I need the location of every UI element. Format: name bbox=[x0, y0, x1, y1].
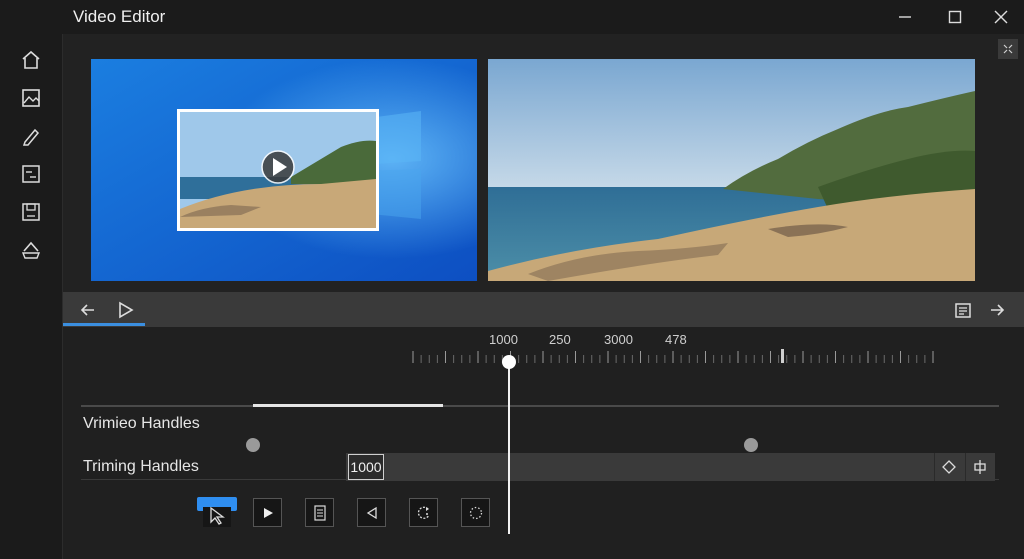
trim-track[interactable] bbox=[346, 453, 995, 481]
preview-pane-left[interactable] bbox=[91, 59, 477, 281]
back-arrow-icon bbox=[80, 304, 94, 316]
adjust-panel-icon bbox=[22, 165, 40, 183]
play-icon bbox=[263, 507, 273, 518]
active-tab-indicator bbox=[63, 323, 145, 326]
sidebar-item-edit[interactable] bbox=[19, 124, 43, 148]
ruler-marker[interactable] bbox=[781, 349, 784, 363]
forward-arrow-icon bbox=[991, 304, 1005, 316]
rewind-button[interactable] bbox=[357, 498, 386, 527]
minimize-button[interactable] bbox=[882, 0, 928, 34]
preview-area bbox=[63, 34, 1024, 292]
row-label-trimming-handles: Triming Handles bbox=[83, 458, 199, 475]
diamond-icon bbox=[942, 460, 956, 474]
rotate-icon bbox=[417, 506, 430, 519]
save-icon bbox=[22, 203, 40, 221]
timeline-panel: 1000 250 3000 478 Vrimieo Handles Trimin… bbox=[63, 327, 1024, 559]
maximize-icon bbox=[948, 10, 962, 24]
tick-label: 1000 bbox=[489, 332, 518, 347]
home-icon bbox=[22, 50, 40, 69]
maximize-button[interactable] bbox=[932, 0, 978, 34]
trim-value-field[interactable]: 1000 bbox=[348, 454, 384, 480]
select-tool-icon bbox=[197, 497, 237, 527]
sidebar-item-media[interactable] bbox=[19, 86, 43, 110]
row-label-video-handles: Vrimieo Handles bbox=[83, 415, 200, 432]
notes-button[interactable] bbox=[951, 298, 975, 322]
title-bar: Video Editor bbox=[0, 0, 1024, 34]
tick-label: 250 bbox=[549, 332, 571, 347]
playhead-handle[interactable] bbox=[502, 355, 516, 369]
tick-label: 3000 bbox=[604, 332, 633, 347]
minimize-icon bbox=[899, 16, 911, 18]
sidebar-item-export[interactable] bbox=[19, 238, 43, 262]
crop-circle-icon bbox=[469, 506, 482, 519]
notes-icon bbox=[955, 303, 971, 318]
select-tool-button[interactable] bbox=[197, 497, 237, 527]
main-area: 1000 250 3000 478 Vrimieo Handles Trimin… bbox=[63, 34, 1024, 559]
collapse-button[interactable] bbox=[998, 39, 1018, 59]
sidebar bbox=[0, 34, 63, 559]
document-icon bbox=[313, 504, 326, 521]
sidebar-item-save[interactable] bbox=[19, 200, 43, 224]
tick-label: 478 bbox=[665, 332, 687, 347]
toolbar-play-button[interactable] bbox=[113, 298, 137, 322]
close-icon bbox=[994, 10, 1008, 24]
close-button[interactable] bbox=[978, 0, 1024, 34]
keyframe-button[interactable] bbox=[934, 453, 963, 481]
time-ruler[interactable] bbox=[408, 347, 938, 365]
sidebar-item-home[interactable] bbox=[19, 48, 43, 72]
export-icon bbox=[21, 241, 41, 259]
document-button[interactable] bbox=[305, 498, 334, 527]
video-track-selection[interactable] bbox=[253, 404, 443, 407]
split-icon bbox=[974, 460, 986, 474]
playback-toolbar bbox=[63, 292, 1024, 327]
video-track[interactable] bbox=[81, 405, 999, 407]
rotate-button[interactable] bbox=[409, 498, 438, 527]
play-icon bbox=[119, 301, 134, 319]
handle-knob-left[interactable] bbox=[246, 438, 260, 452]
back-button[interactable] bbox=[76, 298, 100, 322]
collapse-icon bbox=[1003, 44, 1013, 54]
handle-knob-right[interactable] bbox=[744, 438, 758, 452]
crop-circle-button[interactable] bbox=[461, 498, 490, 527]
app-title: Video Editor bbox=[73, 7, 166, 26]
rewind-icon bbox=[366, 506, 377, 519]
play-button[interactable] bbox=[253, 498, 282, 527]
split-button[interactable] bbox=[965, 453, 994, 481]
playhead-line[interactable] bbox=[508, 359, 510, 534]
preview-pane-right[interactable] bbox=[488, 59, 975, 281]
sidebar-item-adjust[interactable] bbox=[19, 162, 43, 186]
thumbnail[interactable] bbox=[177, 109, 379, 231]
pencil-icon bbox=[22, 128, 40, 146]
forward-button[interactable] bbox=[985, 298, 1009, 322]
image-icon bbox=[22, 89, 40, 107]
